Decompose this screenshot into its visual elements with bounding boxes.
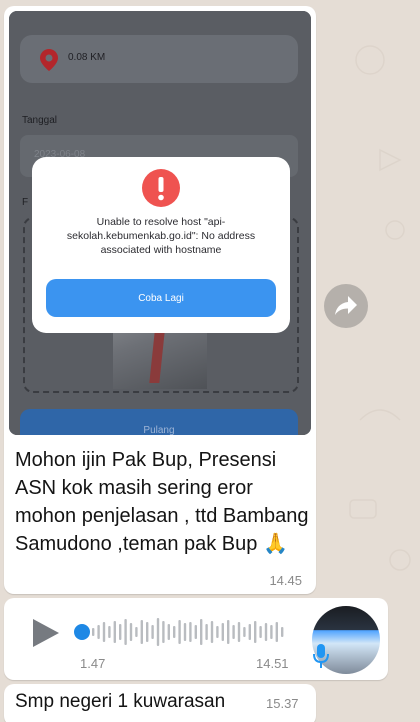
waveform-bar: [151, 625, 154, 639]
location-field: 0.08 KM: [20, 35, 298, 83]
waveform-bar: [162, 621, 165, 643]
error-dialog: Unable to resolve host "api-sekolah.kebu…: [32, 157, 290, 333]
image-message-bubble[interactable]: 0.08 KM Tanggal 2023-06-08 F Pulang Unab…: [4, 6, 316, 594]
screenshot-image[interactable]: 0.08 KM Tanggal 2023-06-08 F Pulang Unab…: [9, 11, 311, 435]
voice-time: 14.51: [256, 656, 289, 671]
waveform-bar: [167, 624, 170, 640]
distance-text: 0.08 KM: [68, 52, 106, 63]
waveform-bar: [97, 625, 100, 639]
waveform-bar: [237, 622, 241, 642]
waveform-bar: [205, 624, 208, 640]
waveform-bar: [113, 621, 116, 643]
voice-message-bubble[interactable]: 1.47 14.51: [4, 598, 388, 680]
waveform-bar: [129, 623, 133, 641]
waveform-bar: [135, 627, 138, 637]
waveform-bar: [189, 622, 192, 642]
playback-scrubber[interactable]: [74, 624, 90, 640]
waveform-bar: [248, 624, 251, 640]
forward-arrow-icon: [335, 296, 357, 315]
pulang-button: Pulang: [20, 409, 298, 435]
microphone-icon: [313, 644, 329, 668]
error-message: Unable to resolve host "api-sekolah.kebu…: [66, 216, 256, 256]
waveform-bar: [270, 625, 273, 639]
waveform-bar: [108, 626, 111, 638]
waveform-bar: [124, 619, 127, 645]
text-message-bubble[interactable]: Smp negeri 1 kuwarasan 15.37: [4, 684, 316, 722]
message-time: 14.45: [269, 573, 302, 588]
waveform-bar: [210, 621, 214, 643]
location-pin-icon: [40, 49, 58, 71]
waveform-bar: [146, 622, 149, 642]
waveform-bar: [178, 620, 181, 644]
waveform-bar: [259, 626, 262, 638]
waveform-bar: [183, 623, 187, 641]
date-label: Tanggal: [22, 115, 58, 126]
waveform-bar: [173, 626, 176, 638]
retry-button: Coba Lagi: [46, 279, 276, 317]
voice-duration: 1.47: [80, 656, 106, 671]
photo-label: F: [22, 197, 29, 208]
waveform-bar: [92, 628, 95, 636]
waveform-bar: [200, 619, 203, 645]
message-text: Smp negeri 1 kuwarasan: [15, 691, 226, 712]
waveform-bar: [194, 625, 197, 639]
error-icon: [142, 169, 180, 207]
waveform-bar: [281, 627, 284, 637]
waveform-bar: [227, 620, 230, 644]
waveform-bar: [243, 627, 246, 637]
message-caption: Mohon ijin Pak Bup, Presensi ASN kok mas…: [15, 449, 309, 555]
waveform-bar: [275, 622, 278, 642]
waveform-bar: [254, 621, 257, 643]
waveform-bar: [140, 620, 143, 644]
waveform-bar: [102, 622, 106, 642]
forward-button[interactable]: [324, 284, 368, 328]
waveform-bar: [156, 618, 160, 646]
waveform-bar: [119, 624, 122, 640]
audio-waveform[interactable]: [90, 616, 288, 648]
message-time: 15.37: [266, 696, 299, 711]
play-icon[interactable]: [31, 617, 61, 649]
waveform-bar: [216, 626, 219, 638]
waveform-bar: [221, 623, 224, 641]
waveform-bar: [264, 623, 268, 641]
waveform-bar: [232, 625, 235, 639]
